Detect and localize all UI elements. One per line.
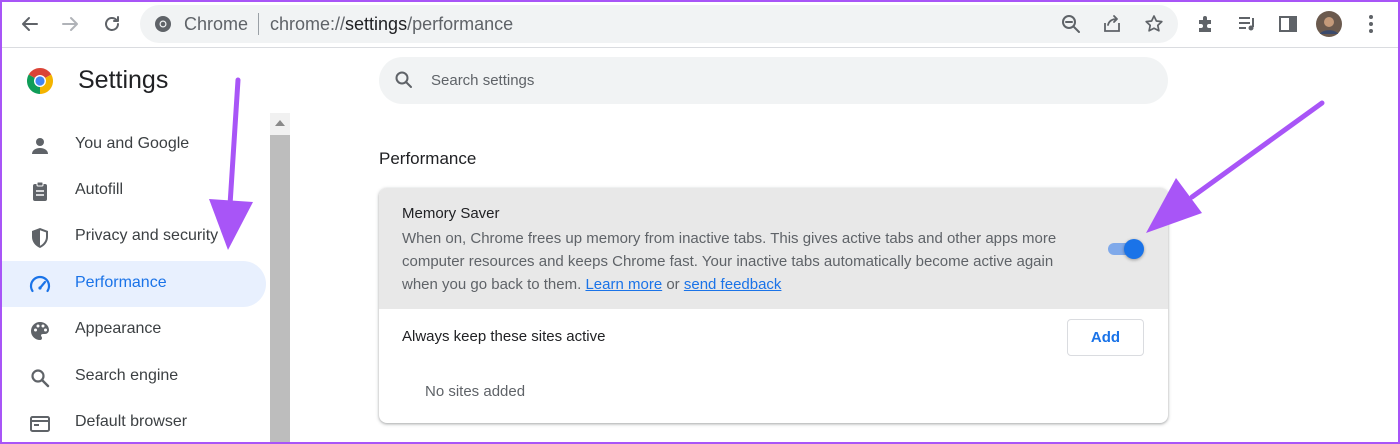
- scrollbar-thumb[interactable]: [270, 135, 290, 444]
- sidebar-item-performance[interactable]: Performance: [0, 261, 266, 307]
- memory-saver-description: When on, Chrome frees up memory from ina…: [402, 227, 1082, 296]
- annotation-arrow-toggle: [1146, 100, 1325, 233]
- sidebar-item-label: You and Google: [75, 135, 190, 152]
- sidebar-item-label: Appearance: [75, 320, 162, 337]
- share-icon[interactable]: [1102, 14, 1122, 34]
- person-icon: [28, 134, 52, 158]
- sidebar-item-label: Default browser: [75, 413, 188, 430]
- sidebar-item-autofill[interactable]: Autofill: [0, 168, 266, 214]
- search-settings-box[interactable]: [379, 57, 1168, 104]
- settings-title: Settings: [78, 66, 169, 94]
- sidebar-item-label: Search engine: [75, 367, 179, 384]
- search-settings-input[interactable]: [431, 57, 1131, 104]
- palette-icon: [28, 319, 52, 343]
- sidebar-item-label: Autofill: [75, 181, 124, 198]
- search-icon: [394, 70, 414, 90]
- side-panel-icon[interactable]: [1274, 10, 1302, 38]
- url-path: /performance: [407, 14, 514, 34]
- sidebar-item-label: Performance: [75, 274, 167, 291]
- omnibox[interactable]: Chrome chrome://settings/performance: [140, 5, 1178, 43]
- sidebar-item-you-and-google[interactable]: You and Google: [0, 122, 266, 168]
- sidebar-item-appearance[interactable]: Appearance: [0, 307, 266, 353]
- url-host: settings: [345, 14, 408, 34]
- zoom-out-icon[interactable]: [1061, 14, 1081, 34]
- arrow-forward-icon[interactable]: [56, 10, 84, 38]
- learn-more-link[interactable]: Learn more: [585, 276, 662, 293]
- url-scheme: chrome://: [270, 14, 346, 34]
- sidebar-item-label: Privacy and security: [75, 227, 219, 244]
- omnibox-site-name: Chrome: [184, 14, 249, 34]
- chrome-site-icon: [154, 15, 172, 33]
- scroll-up-arrow-icon[interactable]: [270, 113, 290, 133]
- sidebar-item-search-engine[interactable]: Search engine: [0, 354, 266, 400]
- no-sites-text: No sites added: [425, 383, 526, 400]
- always-active-sites-row: Always keep these sites active Add: [379, 309, 1168, 365]
- profile-avatar[interactable]: [1315, 10, 1343, 38]
- add-site-button[interactable]: Add: [1067, 319, 1144, 356]
- kebab-menu-icon[interactable]: [1357, 10, 1385, 38]
- sidebar-scrollbar[interactable]: [270, 113, 290, 444]
- reload-icon[interactable]: [98, 10, 126, 38]
- or-text: or: [666, 276, 680, 293]
- speedometer-icon: [28, 273, 52, 297]
- arrow-back-icon[interactable]: [16, 10, 44, 38]
- bookmark-star-icon[interactable]: [1144, 14, 1164, 34]
- chrome-logo-icon: [26, 67, 54, 95]
- always-active-label: Always keep these sites active: [402, 328, 606, 345]
- search-icon: [28, 366, 52, 390]
- toggle-knob: [1124, 239, 1144, 259]
- browser-toolbar: Chrome chrome://settings/performance: [0, 0, 1400, 48]
- section-title: Performance: [379, 149, 477, 168]
- send-feedback-link[interactable]: send feedback: [684, 276, 782, 293]
- extensions-icon[interactable]: [1192, 10, 1220, 38]
- memory-saver-title: Memory Saver: [402, 205, 500, 222]
- omnibox-url[interactable]: chrome://settings/performance: [270, 14, 513, 35]
- performance-card: Memory Saver When on, Chrome frees up me…: [379, 188, 1168, 423]
- memory-saver-row[interactable]: Memory Saver When on, Chrome frees up me…: [379, 188, 1168, 309]
- sidebar-item-privacy-and-security[interactable]: Privacy and security: [0, 214, 266, 260]
- media-queue-icon[interactable]: [1233, 10, 1261, 38]
- memory-saver-toggle[interactable]: [1108, 238, 1144, 260]
- shield-icon: [28, 226, 52, 250]
- omnibox-separator: [258, 13, 259, 35]
- clipboard-icon: [28, 180, 52, 204]
- sidebar-item-default-browser[interactable]: Default browser: [0, 400, 266, 444]
- browser-window-icon: [28, 412, 52, 436]
